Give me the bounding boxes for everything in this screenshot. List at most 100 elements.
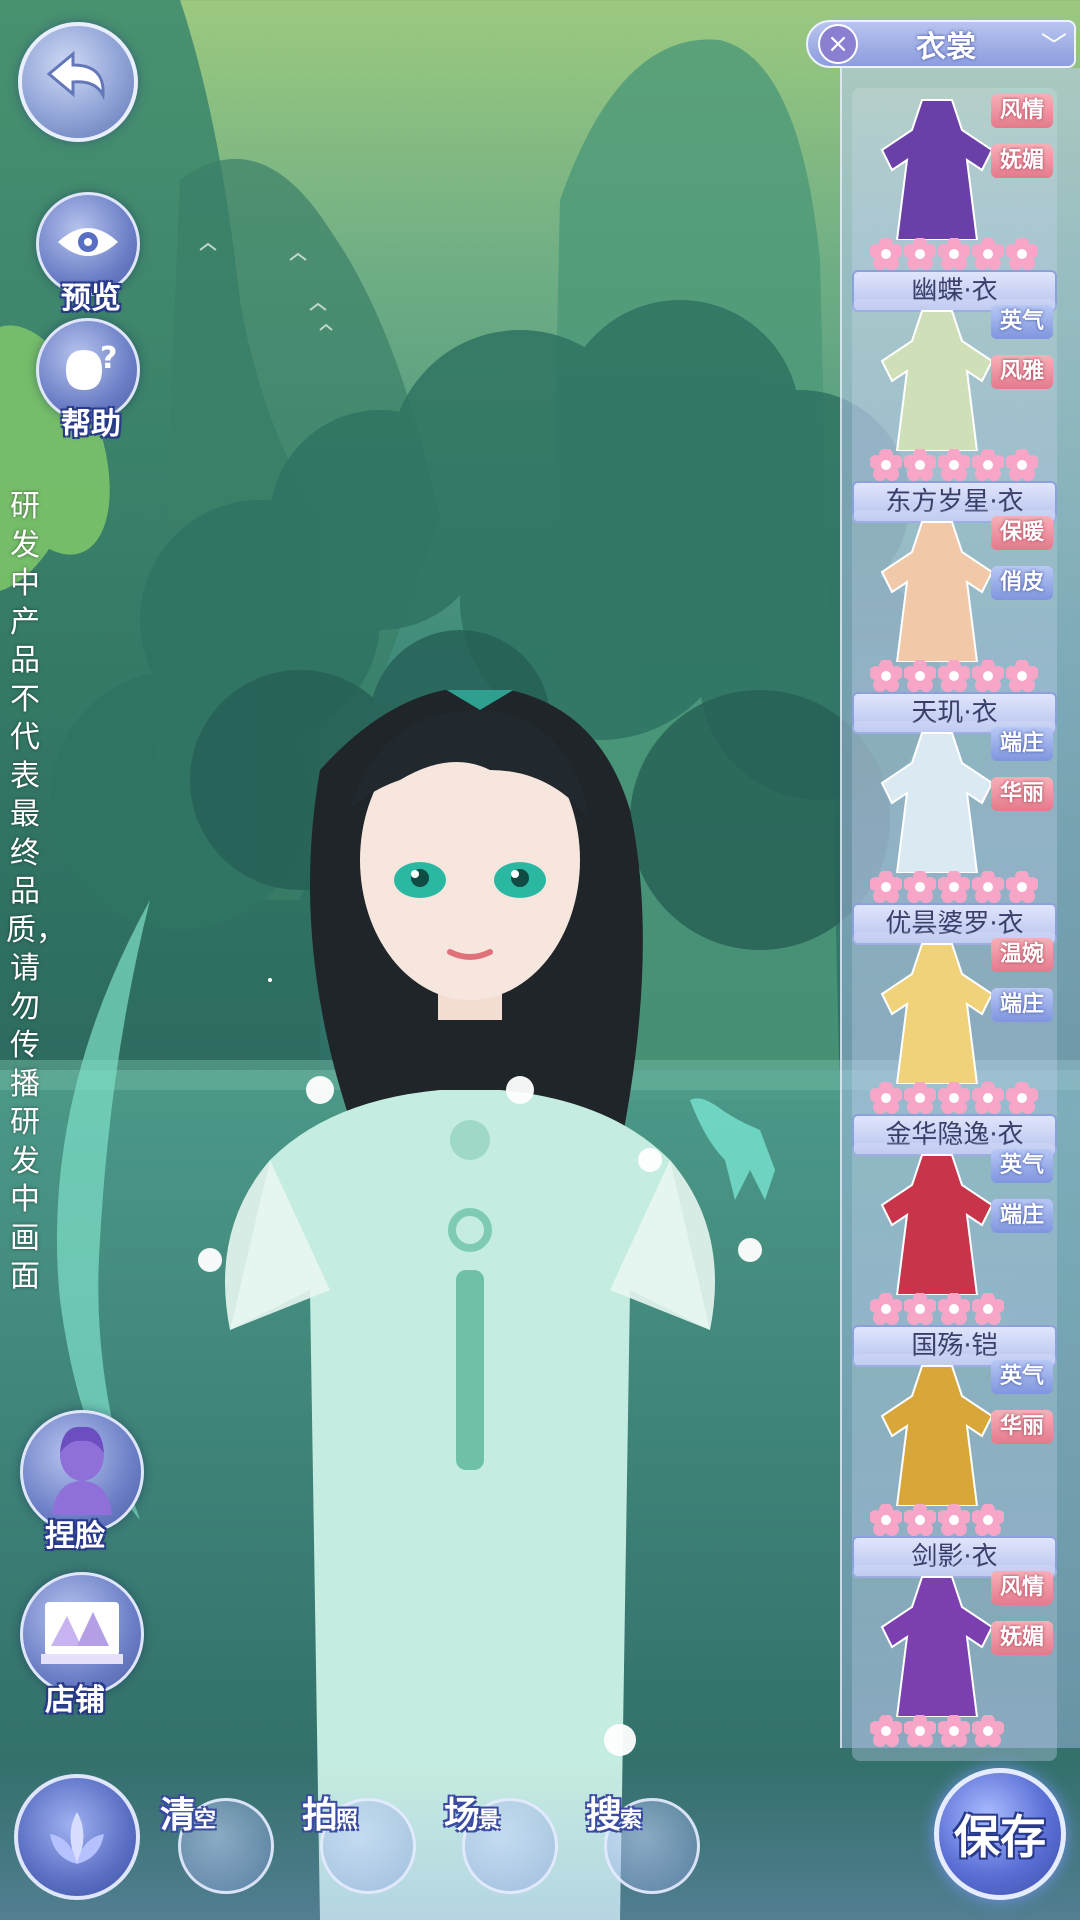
- help-label: 帮助: [61, 407, 121, 442]
- outfit-style-tag: 俏皮: [991, 566, 1053, 600]
- outfit-card[interactable]: 保暖 俏皮 天玑·衣: [852, 510, 1057, 734]
- wardrobe-header: × 衣裳 ﹀: [806, 20, 1076, 68]
- outfit-style-tag: 保暖: [991, 516, 1053, 550]
- shop-label: 店铺: [45, 1683, 105, 1718]
- outfit-thumbnail-icon: [880, 943, 994, 1084]
- flower-icon: [870, 660, 902, 692]
- outfit-card[interactable]: 英气 端庄 国殇·铠: [852, 1143, 1057, 1367]
- flower-icon: [972, 1715, 1004, 1747]
- flower-icon: [904, 871, 936, 903]
- outfit-style-tag: 英气: [991, 305, 1053, 339]
- preview-button[interactable]: 预览: [36, 192, 140, 316]
- outfit-style-tag: 华丽: [991, 777, 1053, 811]
- outfit-style-tag: 端庄: [991, 988, 1053, 1022]
- rating-flowers: [870, 871, 1038, 905]
- rating-flowers: [870, 1293, 1004, 1327]
- outfit-thumbnail-icon: [880, 1576, 994, 1717]
- flower-icon: [938, 449, 970, 481]
- flower-icon: [972, 238, 1004, 270]
- back-button[interactable]: [18, 22, 138, 142]
- character-illustration: [198, 670, 762, 1920]
- rating-flowers: [870, 660, 1038, 694]
- character-model: [150, 670, 850, 1920]
- outfit-thumbnail-icon: [880, 99, 994, 240]
- rating-flowers: [870, 1082, 1038, 1116]
- flower-icon: [972, 660, 1004, 692]
- outfit-card[interactable]: 端庄 华丽 优昙婆罗·衣: [852, 721, 1057, 945]
- outfit-style-tag: 妩媚: [991, 1621, 1053, 1655]
- shop-button[interactable]: 店铺: [20, 1572, 144, 1718]
- flower-icon: [938, 1293, 970, 1325]
- flower-icon: [870, 1293, 902, 1325]
- preview-label: 预览: [61, 281, 121, 316]
- flower-icon: [938, 238, 970, 270]
- wardrobe-category-title[interactable]: 衣裳: [858, 22, 1034, 66]
- flower-icon: [870, 1504, 902, 1536]
- outfit-thumbnail-icon: [880, 1154, 994, 1295]
- outfit-card[interactable]: 风情 妩媚: [852, 1565, 1057, 1761]
- outfit-thumbnail-icon: [880, 732, 994, 873]
- flower-icon: [972, 449, 1004, 481]
- outfit-style-tag: 英气: [991, 1149, 1053, 1183]
- menu-lotus-button[interactable]: [14, 1774, 140, 1900]
- flower-icon: [972, 1082, 1004, 1114]
- flower-icon: [870, 871, 902, 903]
- chevron-down-icon[interactable]: ﹀: [1034, 26, 1074, 63]
- flower-icon: [938, 1715, 970, 1747]
- scene-button[interactable]: 场景: [444, 1786, 558, 1896]
- outfit-style-tag: 端庄: [991, 1199, 1053, 1233]
- face-edit-button[interactable]: 捏脸: [20, 1410, 144, 1554]
- outfit-thumbnail-icon: [880, 521, 994, 662]
- face-silhouette-icon: [42, 1425, 122, 1519]
- flower-icon: [1006, 1082, 1038, 1114]
- flower-icon: [904, 660, 936, 692]
- photo-button[interactable]: 拍照: [302, 1786, 416, 1896]
- close-icon[interactable]: ×: [818, 24, 858, 64]
- outfit-card[interactable]: 英气 风雅 东方岁星·衣: [852, 299, 1057, 523]
- outfit-style-tag: 端庄: [991, 727, 1053, 761]
- flower-icon: [904, 1293, 936, 1325]
- clear-label: 清空: [160, 1795, 216, 1836]
- flower-icon: [938, 1082, 970, 1114]
- save-button[interactable]: 保存: [934, 1768, 1066, 1900]
- flower-icon: [972, 1293, 1004, 1325]
- flower-icon: [1006, 449, 1038, 481]
- flower-icon: [1006, 660, 1038, 692]
- outfit-style-tag: 风雅: [991, 355, 1053, 389]
- flower-icon: [870, 1715, 902, 1747]
- lotus-icon: [42, 1804, 112, 1878]
- flower-icon: [870, 238, 902, 270]
- outfit-style-tag: 英气: [991, 1360, 1053, 1394]
- flower-icon: [904, 1504, 936, 1536]
- flower-icon: [870, 1082, 902, 1114]
- flower-icon: [972, 1504, 1004, 1536]
- outfit-card[interactable]: 英气 华丽 剑影·衣: [852, 1354, 1057, 1578]
- outfit-style-tag: 妩媚: [991, 144, 1053, 178]
- flower-icon: [972, 871, 1004, 903]
- flower-icon: [904, 1715, 936, 1747]
- rating-flowers: [870, 1504, 1004, 1538]
- search-label: 搜索: [586, 1795, 642, 1836]
- rating-flowers: [870, 1715, 1004, 1749]
- eye-icon: [56, 222, 120, 266]
- flower-icon: [870, 449, 902, 481]
- shop-stall-icon: [37, 1592, 127, 1676]
- search-button[interactable]: 搜索: [586, 1786, 700, 1896]
- help-button[interactable]: ? 帮助: [36, 318, 140, 442]
- flower-icon: [1006, 871, 1038, 903]
- outfit-card[interactable]: 温婉 端庄 金华隐逸·衣: [852, 932, 1057, 1156]
- flower-icon: [904, 449, 936, 481]
- outfit-style-tag: 华丽: [991, 1410, 1053, 1444]
- help-question-icon: ?: [56, 340, 120, 400]
- rating-flowers: [870, 238, 1038, 272]
- flower-icon: [904, 238, 936, 270]
- outfit-style-tag: 风情: [991, 94, 1053, 128]
- svg-text:?: ?: [100, 341, 117, 376]
- outfit-style-tag: 温婉: [991, 938, 1053, 972]
- clear-button[interactable]: 清空: [160, 1786, 274, 1896]
- outfit-style-tag: 风情: [991, 1571, 1053, 1605]
- photo-label: 拍照: [302, 1795, 358, 1836]
- outfit-thumbnail-icon: [880, 310, 994, 451]
- outfit-card[interactable]: 风情 妩媚 幽蝶·衣: [852, 88, 1057, 312]
- flower-icon: [938, 660, 970, 692]
